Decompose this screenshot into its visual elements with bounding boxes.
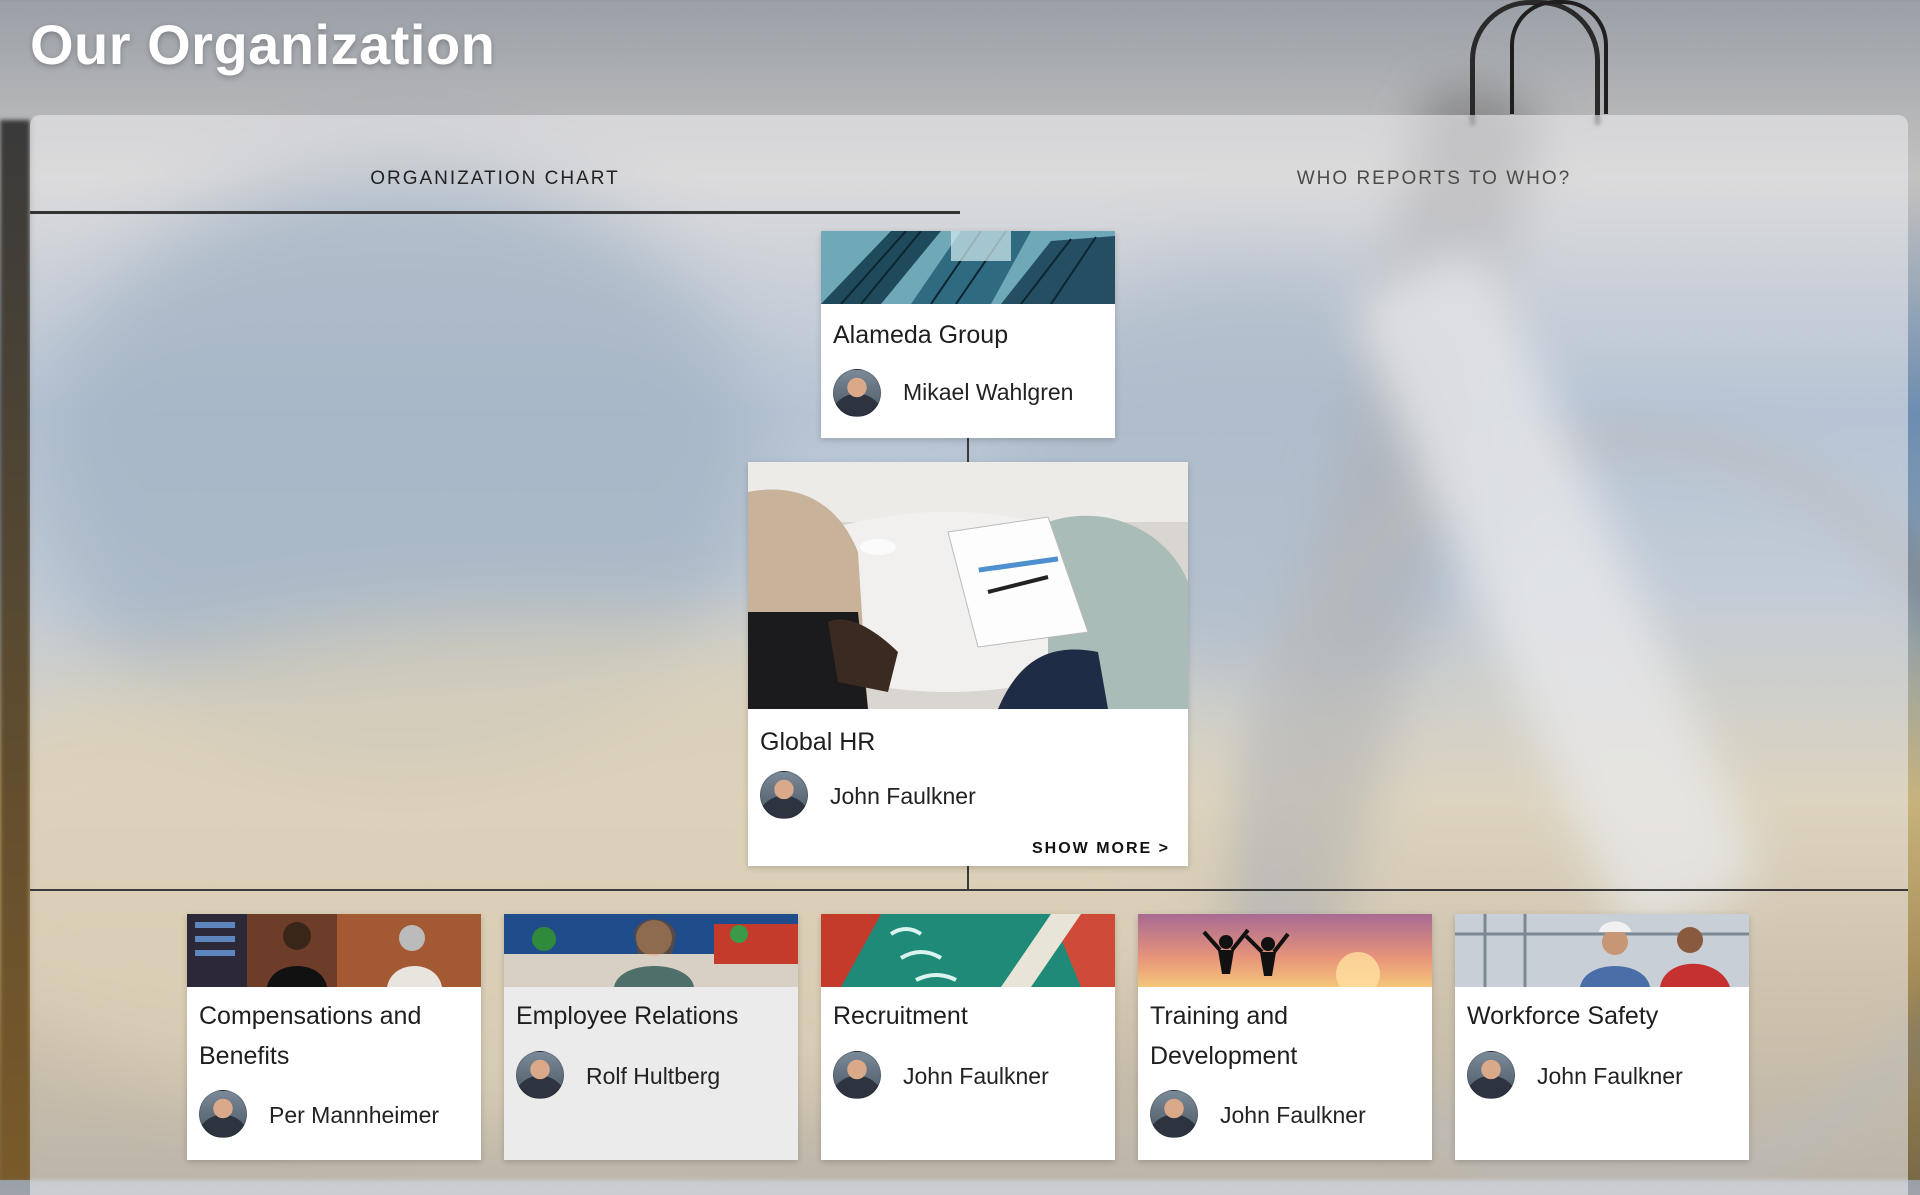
woman-on-phone-image <box>504 914 798 987</box>
org-card-recruitment[interactable]: Recruitment John Faulkner <box>821 914 1115 1160</box>
org-card-title: Training and Development <box>1150 1002 1298 1070</box>
avatar <box>1467 1051 1515 1099</box>
avatar <box>833 1051 881 1099</box>
show-more-button[interactable]: SHOW MORE > <box>1032 840 1170 858</box>
manager-name: John Faulkner <box>903 1063 1049 1089</box>
meeting-image <box>748 462 1188 709</box>
org-card-title: Recruitment <box>833 1002 968 1030</box>
org-card-alameda-group[interactable]: Alameda Group Mikael Wahlgren <box>821 231 1115 438</box>
manager-name: John Faulkner <box>830 783 976 809</box>
tab-organization-chart[interactable]: ORGANIZATION CHART <box>30 115 960 214</box>
connector-children-line <box>30 889 1908 891</box>
connector-root-to-hr <box>967 438 969 463</box>
neon-sign-image <box>821 914 1115 987</box>
org-card-global-hr[interactable]: Global HR John Faulkner SHOW MORE > <box>748 462 1188 866</box>
manager-name: Per Mannheimer <box>269 1102 440 1128</box>
org-card-title: Global HR <box>760 728 876 756</box>
org-card-title: Compensations and Benefits <box>199 1002 422 1070</box>
manager-name: John Faulkner <box>1220 1102 1366 1128</box>
org-card-workforce-safety[interactable]: Workforce Safety John Faulkner <box>1455 914 1749 1160</box>
org-card-title: Workforce Safety <box>1467 1002 1659 1030</box>
avatar <box>760 771 808 819</box>
page-title: Our Organization <box>30 13 496 76</box>
manager-name: John Faulkner <box>1537 1063 1683 1089</box>
avatar <box>199 1090 247 1138</box>
org-card-compensations-and-benefits[interactable]: Compensations and Benefits Per Mannheime… <box>187 914 481 1160</box>
tab-bar: ORGANIZATION CHART WHO REPORTS TO WHO? <box>30 115 1908 214</box>
connector-hr-to-children <box>967 866 969 890</box>
manager-name: Rolf Hultberg <box>586 1063 721 1089</box>
sunset-jump-image <box>1138 914 1432 987</box>
org-card-employee-relations[interactable]: Employee Relations Rolf Hultberg <box>504 914 798 1160</box>
org-card-title: Alameda Group <box>833 321 1009 349</box>
org-card-title: Employee Relations <box>516 1002 739 1030</box>
org-card-training-and-development[interactable]: Training and Development John Faulkner <box>1138 914 1432 1160</box>
avatar <box>1150 1090 1198 1138</box>
manager-name: Mikael Wahlgren <box>903 379 1074 405</box>
tab-who-reports-to-who[interactable]: WHO REPORTS TO WHO? <box>960 115 1908 211</box>
avatar <box>833 369 881 417</box>
glass-building-image <box>821 231 1115 304</box>
factory-workers-image <box>1455 914 1749 987</box>
avatar <box>516 1051 564 1099</box>
office-conversation-image <box>187 914 481 987</box>
